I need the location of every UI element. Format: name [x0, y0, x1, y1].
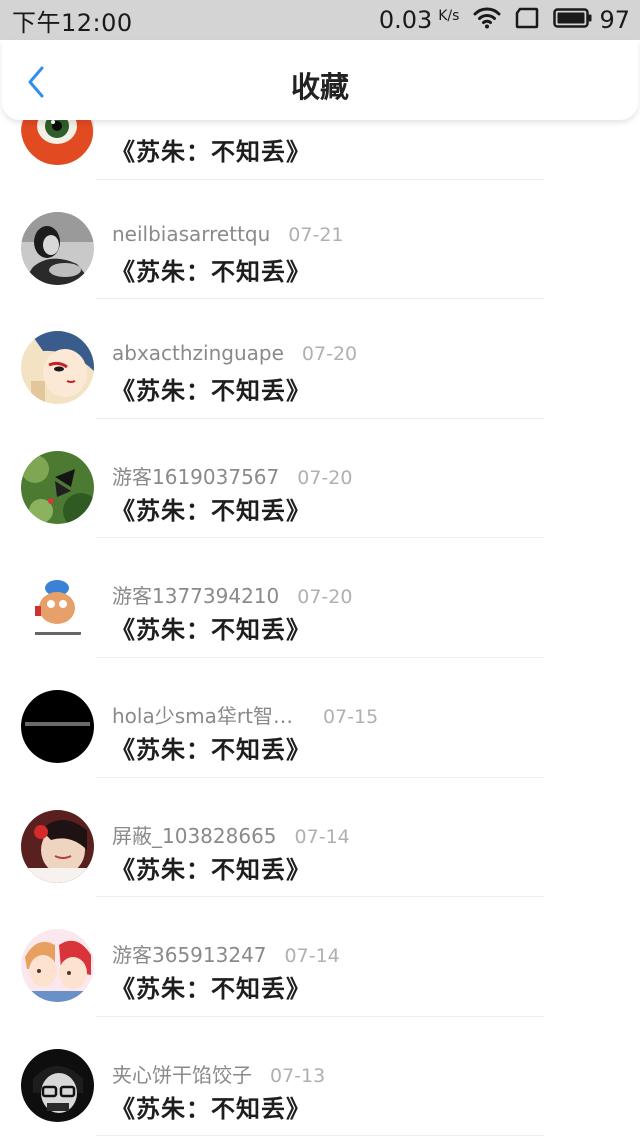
network-speed: 0.03 K/s: [379, 6, 460, 34]
item-meta: 夹心饼干馅饺子 07-13: [112, 1059, 325, 1088]
wifi-icon: [473, 6, 501, 34]
avatar: [21, 1048, 94, 1122]
battery-icon: [553, 7, 593, 33]
item-title: 《苏朱：不知丢》: [111, 496, 311, 525]
list-item[interactable]: 游客365913247 07-14 《苏朱：不知丢》: [0, 897, 640, 1017]
avatar: [21, 450, 94, 524]
date: 07-15: [322, 705, 379, 728]
item-meta: abxacthzinguape 07-20: [112, 341, 357, 365]
header: 收藏: [2, 40, 638, 120]
screen: 下午12:00 0.03 K/s 97 收藏 《苏朱：不知丢》 neilbias…: [0, 0, 640, 1138]
item-title: 《苏朱：不知丢》: [111, 735, 311, 764]
status-bar: 下午12:00 0.03 K/s 97: [0, 0, 640, 40]
item-title: 《苏朱：不知丢》: [111, 855, 311, 884]
username: 屏蔽_103828665: [112, 823, 277, 848]
status-time: 下午12:00: [12, 8, 133, 37]
avatar: [21, 211, 94, 285]
screen-icon: [515, 7, 539, 33]
avatar: [21, 929, 94, 1003]
username: 夹心饼干馅饺子: [112, 1062, 252, 1087]
username: neilbiasarrettqu: [112, 221, 271, 246]
status-indicators: 0.03 K/s 97: [379, 6, 630, 34]
list-item[interactable]: 夹心饼干馅饺子 07-13 《苏朱：不知丢》: [0, 1017, 640, 1137]
list-item[interactable]: 屏蔽_103828665 07-14 《苏朱：不知丢》: [0, 778, 640, 898]
item-meta: 游客365913247 07-14: [112, 939, 340, 968]
date: 07-13: [270, 1064, 326, 1087]
list-item[interactable]: abxacthzinguape 07-20 《苏朱：不知丢》: [0, 299, 640, 419]
item-title: 《苏朱：不知丢》: [111, 616, 311, 645]
divider: [96, 1135, 544, 1137]
avatar: [21, 331, 94, 405]
list-item[interactable]: neilbiasarrettqu 07-21 《苏朱：不知丢》: [0, 180, 640, 300]
avatar: [21, 570, 94, 644]
username: hola少sma牮rt智…: [112, 703, 293, 728]
item-title: 《苏朱：不知丢》: [111, 257, 311, 286]
item-title: 《苏朱：不知丢》: [111, 1094, 311, 1123]
date: 07-20: [301, 343, 358, 366]
avatar: [21, 689, 94, 763]
avatar: [21, 809, 94, 883]
network-speed-value: 0.03: [378, 6, 433, 34]
item-meta: 游客1619037567 07-20: [112, 461, 352, 490]
battery-level: 97: [599, 6, 630, 34]
item-title: 《苏朱：不知丢》: [111, 138, 311, 166]
username: 游客1619037567: [112, 464, 280, 489]
item-meta: 屏蔽_103828665 07-14: [112, 820, 350, 849]
favorites-list: 《苏朱：不知丢》 neilbiasarrettqu 07-21 《苏朱：不知丢》: [0, 60, 640, 1137]
item-meta: hola少sma牮rt智… 07-15: [112, 700, 378, 729]
item-meta: 游客1377394210 07-20: [112, 580, 352, 609]
network-speed-unit: K/s: [438, 8, 460, 24]
date: 07-21: [288, 223, 344, 246]
username: abxacthzinguape: [112, 341, 284, 366]
username: 游客365913247: [112, 943, 267, 968]
item-meta: neilbiasarrettqu 07-21: [112, 222, 344, 246]
battery: 97: [553, 6, 630, 34]
list-item[interactable]: 游客1377394210 07-20 《苏朱：不知丢》: [0, 538, 640, 658]
item-title: 《苏朱：不知丢》: [111, 377, 311, 406]
date: 07-14: [284, 945, 340, 968]
list-item[interactable]: hola少sma牮rt智… 07-15 《苏朱：不知丢》: [0, 658, 640, 778]
date: 07-14: [294, 825, 350, 848]
date: 07-20: [297, 466, 353, 489]
page-title: 收藏: [290, 70, 349, 104]
date: 07-20: [297, 586, 353, 609]
item-title: 《苏朱：不知丢》: [111, 975, 311, 1004]
username: 游客1377394210: [112, 584, 280, 609]
list-item[interactable]: 游客1619037567 07-20 《苏朱：不知丢》: [0, 419, 640, 539]
